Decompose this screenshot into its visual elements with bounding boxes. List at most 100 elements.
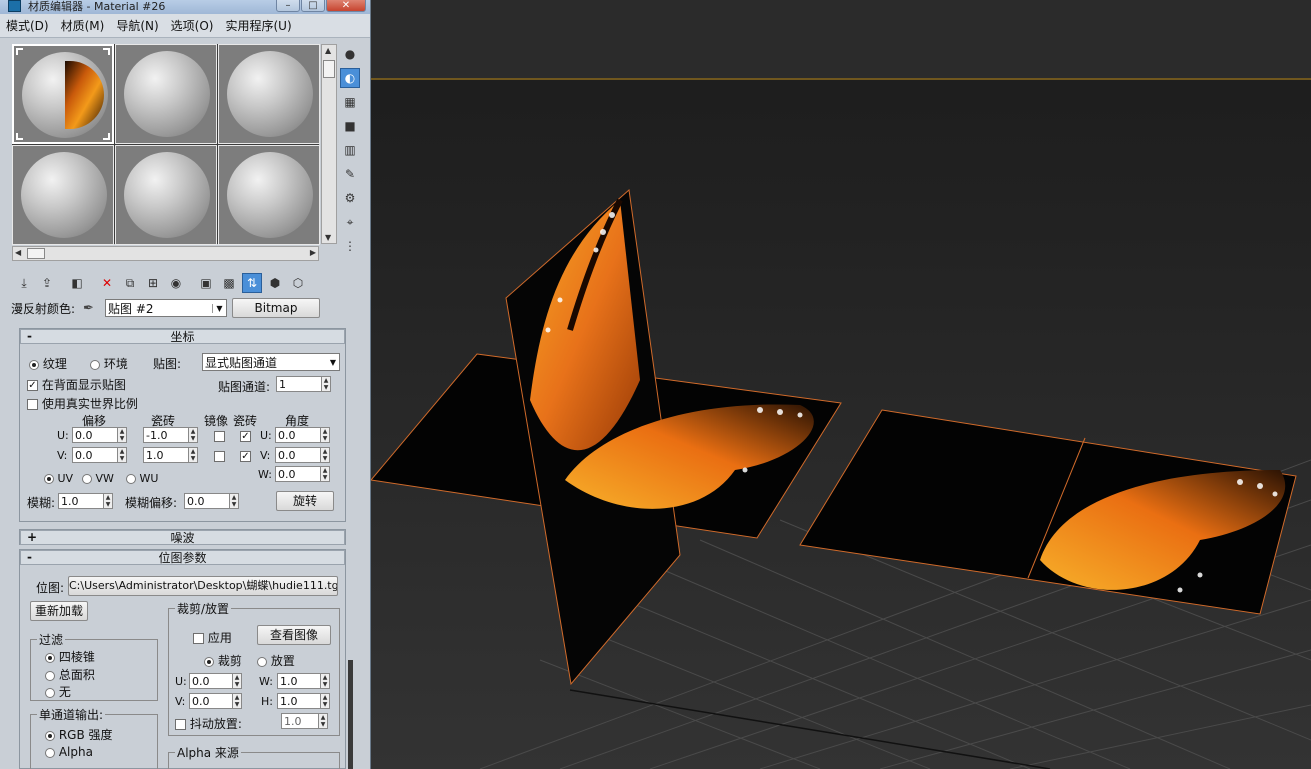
v-tiling-spinner[interactable]: ▲▼ (143, 447, 198, 463)
radio-vw[interactable]: VW (82, 472, 114, 485)
show-on-back-checkbox[interactable]: ✓ 在背面显示贴图 (27, 376, 126, 393)
map-name-combo[interactable]: 贴图 #2 ▼ (105, 299, 227, 317)
sample-slot-2[interactable] (115, 44, 217, 144)
real-world-checkbox[interactable]: 使用真实世界比例 (27, 395, 138, 412)
radio-summed-area[interactable]: 总面积 (45, 666, 95, 683)
backlight-icon[interactable]: ◐ (340, 68, 360, 88)
put-to-scene-icon[interactable]: ⇪ (37, 273, 57, 293)
radio-uv[interactable]: UV (44, 472, 73, 485)
map-type-button[interactable]: Bitmap (232, 298, 320, 318)
coordinates-rollout-header[interactable]: - 坐标 (20, 329, 345, 344)
scroll-thumb[interactable] (323, 60, 335, 78)
jitter-checkbox[interactable]: 抖动放置: (175, 715, 242, 732)
assign-to-selection-icon[interactable]: ◧ (67, 273, 87, 293)
material-map-icon[interactable]: ⬡ (288, 273, 308, 293)
crop-h-spinner[interactable]: ▲▼ (277, 693, 330, 709)
radio-crop[interactable]: 裁剪 (204, 652, 242, 669)
select-by-material-icon[interactable]: ⌖ (340, 212, 360, 232)
radio-rgb-intensity[interactable]: RGB 强度 (45, 726, 113, 743)
radio-filter-none[interactable]: 无 (45, 683, 71, 700)
crop-v-spinner[interactable]: ▲▼ (189, 693, 242, 709)
scroll-left-icon[interactable]: ◀ (15, 248, 21, 257)
angle-v-spinner[interactable]: ▲▼ (275, 447, 330, 463)
jitter-spinner[interactable]: ▲▼ (281, 713, 328, 729)
crop-w-spinner[interactable]: ▲▼ (277, 673, 330, 689)
angle-w-spinner[interactable]: ▲▼ (275, 466, 330, 482)
view-image-button[interactable]: 查看图像 (257, 625, 331, 645)
show-end-result-icon[interactable]: ▩ (219, 273, 239, 293)
menu-options[interactable]: 选项(O) (171, 17, 214, 34)
menu-material[interactable]: 材质(M) (61, 17, 105, 34)
sample-slot-6[interactable] (218, 145, 320, 245)
apply-checkbox[interactable]: 应用 (193, 629, 232, 646)
radio-wu[interactable]: WU (126, 472, 158, 485)
reset-map-icon[interactable]: ✕ (97, 273, 117, 293)
rollout-title: 坐标 (170, 330, 195, 344)
radio-place[interactable]: 放置 (257, 652, 295, 669)
maximize-button[interactable]: □ (301, 0, 325, 12)
minimize-button[interactable]: – (276, 0, 300, 12)
sample-type-sphere-icon[interactable]: ● (340, 44, 360, 64)
v-mirror-checkbox[interactable] (214, 449, 225, 463)
make-preview-icon[interactable]: ✎ (340, 164, 360, 184)
radio-alpha[interactable]: Alpha (45, 745, 93, 759)
angle-w-label: W: (258, 468, 272, 481)
u-mirror-checkbox[interactable] (214, 429, 225, 443)
scroll-thumb[interactable] (27, 248, 45, 259)
sample-slot-3[interactable] (218, 44, 320, 144)
radio-pyramidal[interactable]: 四棱锥 (45, 648, 95, 665)
radio-texture[interactable]: 纹理 (29, 355, 67, 372)
mapping-select[interactable]: 显式贴图通道 ▼ (202, 353, 340, 371)
menu-navigation[interactable]: 导航(N) (116, 17, 158, 34)
crop-place-group: 裁剪/放置 应用 查看图像 裁剪 放置 U: ▲▼ W: ▲▼ V: ▲▼ H:… (168, 600, 340, 736)
go-to-parent-icon[interactable]: ⇅ (242, 273, 262, 293)
bitmap-rollout-header[interactable]: - 位图参数 (20, 550, 345, 565)
u-offset-spinner[interactable]: ▲▼ (72, 427, 127, 443)
sample-uv-tiling-icon[interactable]: ■ (340, 116, 360, 136)
side-toolbar: ● ◐ ▦ ■ ▥ ✎ ⚙ ⌖ ⋮ (340, 44, 362, 256)
v-tile-checkbox[interactable]: ✓ (240, 449, 251, 463)
u-tiling-spinner[interactable]: ▲▼ (143, 427, 198, 443)
close-button[interactable]: ✕ (326, 0, 366, 12)
checker-background-icon[interactable]: ▦ (340, 92, 360, 112)
rotate-button[interactable]: 旋转 (276, 491, 334, 511)
map-channel-input[interactable] (276, 376, 322, 392)
options-icon[interactable]: ⚙ (340, 188, 360, 208)
blur-spinner[interactable]: ▲▼ (58, 493, 113, 509)
slots-vertical-scrollbar[interactable]: ▲ ▼ (321, 44, 337, 244)
make-unique-icon[interactable]: ⧉ (120, 273, 140, 293)
get-material-icon[interactable]: ⤓ (14, 273, 34, 293)
blur-offset-spinner[interactable]: ▲▼ (184, 493, 239, 509)
show-shaded-material-icon[interactable]: ▣ (196, 273, 216, 293)
coordinates-rollout: - 坐标 纹理 环境 贴图: 显式贴图通道 ▼ ✓ 在背面显示贴图 贴图通道: … (19, 328, 346, 522)
radio-environ[interactable]: 环境 (90, 355, 128, 372)
eyedropper-icon[interactable]: ✒ (83, 301, 105, 316)
noise-rollout-header[interactable]: + 噪波 (20, 530, 345, 545)
crop-u-spinner[interactable]: ▲▼ (189, 673, 242, 689)
map-channel-spinner[interactable]: ▲▼ (276, 376, 331, 392)
scroll-up-icon[interactable]: ▲ (325, 46, 331, 55)
sample-slot-5[interactable] (115, 145, 217, 245)
v-offset-spinner[interactable]: ▲▼ (72, 447, 127, 463)
menu-mode[interactable]: 模式(D) (6, 17, 49, 34)
chevron-down-icon: ▼ (329, 357, 337, 367)
sample-slot-4[interactable] (12, 145, 114, 245)
chevron-down-icon[interactable]: ▼ (212, 303, 226, 313)
material-sphere (22, 52, 108, 138)
bitmap-path-button[interactable]: C:\Users\Administrator\Desktop\蝴蝶\hudie1… (68, 576, 338, 596)
go-forward-sibling-icon[interactable]: ⬢ (265, 273, 285, 293)
sample-slot-1[interactable] (12, 44, 114, 144)
angle-u-spinner[interactable]: ▲▼ (275, 427, 330, 443)
video-color-check-icon[interactable]: ▥ (340, 140, 360, 160)
material-id-channel-icon[interactable]: ◉ (166, 273, 186, 293)
scroll-right-icon[interactable]: ▶ (310, 248, 316, 257)
title-bar[interactable]: 材质编辑器 - Material #26 – □ ✕ (0, 0, 370, 14)
put-to-library-icon[interactable]: ⊞ (143, 273, 163, 293)
u-tile-checkbox[interactable]: ✓ (240, 429, 251, 443)
reload-button[interactable]: 重新加载 (30, 601, 88, 621)
scroll-down-icon[interactable]: ▼ (325, 233, 331, 242)
slots-horizontal-scrollbar[interactable]: ◀ ▶ (12, 246, 319, 261)
menu-utilities[interactable]: 实用程序(U) (225, 17, 291, 34)
material-map-navigator-icon[interactable]: ⋮ (340, 236, 360, 256)
panel-scrollbar[interactable] (348, 660, 353, 769)
